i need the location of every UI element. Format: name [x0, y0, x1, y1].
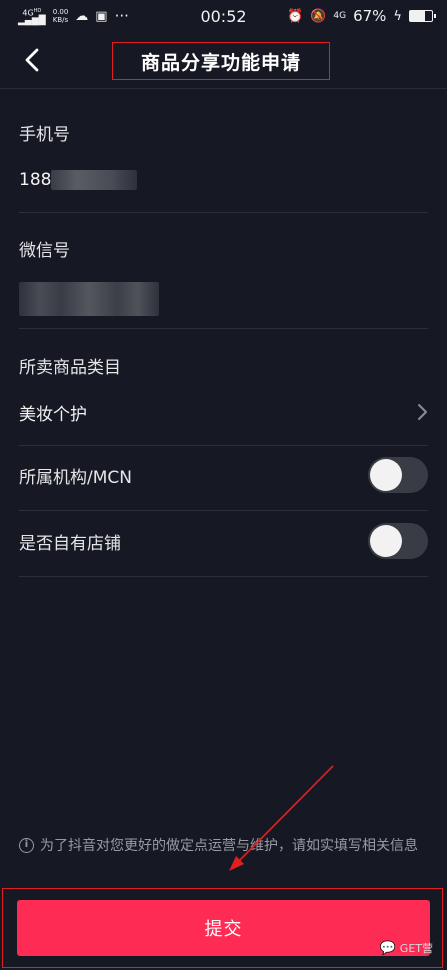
header: 商品分享功能申请 — [0, 32, 447, 88]
battery-percent: 67% — [353, 7, 387, 25]
wechat-label: 微信号 — [19, 241, 70, 261]
phone-label: 手机号 — [19, 125, 70, 145]
network-right: 4G — [333, 11, 347, 21]
notice-text: 为了抖音对您更好的做定点运营与维护，请如实填写相关信息 — [40, 838, 418, 854]
wechat-input[interactable] — [19, 282, 428, 316]
wechat-field: 微信号 — [19, 236, 428, 261]
signal-icon: 4GHD ▂▄▆█ — [18, 7, 46, 27]
charging-icon: ϟ — [393, 8, 402, 24]
divider — [19, 445, 428, 446]
page-title: 商品分享功能申请 — [112, 42, 330, 80]
cloud-icon: ☁ — [75, 8, 89, 24]
alarm-icon: ⏰ — [287, 8, 304, 24]
category-select[interactable]: 美妆个护 — [19, 398, 428, 426]
own-store-toggle[interactable] — [368, 523, 428, 559]
header-divider — [0, 88, 447, 89]
mute-icon: 🔕 — [310, 8, 327, 24]
mcn-toggle[interactable] — [368, 457, 428, 493]
phone-field: 手机号 — [19, 120, 428, 145]
watermark-text: GET营 — [399, 942, 433, 955]
more-notifications-icon: ··· — [114, 7, 129, 25]
wechat-logo-icon: 💬 — [379, 940, 396, 956]
redacted-wechat-id — [19, 282, 159, 316]
battery-level — [410, 11, 425, 21]
back-button[interactable] — [14, 42, 50, 78]
divider — [19, 510, 428, 511]
mcn-label: 所属机构/MCN — [19, 467, 132, 488]
battery-icon — [409, 10, 436, 22]
divider — [19, 328, 428, 329]
divider — [19, 212, 428, 213]
phone-value: 188 — [19, 170, 52, 190]
chevron-right-icon — [418, 404, 427, 420]
phone-input[interactable]: 188 — [19, 170, 428, 190]
status-left: 4GHD ▂▄▆█ 0.00 KB/s ☁ ▣ ··· — [18, 7, 129, 26]
speed-value: 0.00 — [52, 8, 69, 16]
chevron-left-icon — [25, 48, 39, 72]
network-speed: 0.00 KB/s — [53, 8, 69, 24]
redacted-phone-digits — [51, 170, 138, 190]
own-store-label: 是否自有店铺 — [19, 533, 121, 554]
category-label: 所卖商品类目 — [19, 358, 121, 378]
own-store-row: 是否自有店铺 — [19, 522, 428, 560]
watermark: 💬 GET营 — [380, 940, 433, 956]
mcn-row: 所属机构/MCN — [19, 456, 428, 494]
category-field: 所卖商品类目 — [19, 353, 428, 378]
divider — [19, 576, 428, 577]
category-value: 美妆个护 — [19, 404, 87, 425]
status-bar: 4GHD ▂▄▆█ 0.00 KB/s ☁ ▣ ··· 00:52 ⏰ 🔕 4G… — [0, 0, 447, 32]
toggle-knob — [370, 525, 402, 557]
network-hd: HD — [33, 7, 42, 14]
info-icon: i — [19, 838, 34, 853]
app-notification-icon: ▣ — [95, 8, 108, 24]
submit-button[interactable]: 提交 — [17, 900, 430, 956]
info-notice: i 为了抖音对您更好的做定点运营与维护，请如实填写相关信息 — [19, 836, 429, 856]
toggle-knob — [370, 459, 402, 491]
speed-unit: KB/s — [52, 16, 69, 24]
status-right: ⏰ 🔕 4G 67% ϟ — [287, 7, 436, 25]
